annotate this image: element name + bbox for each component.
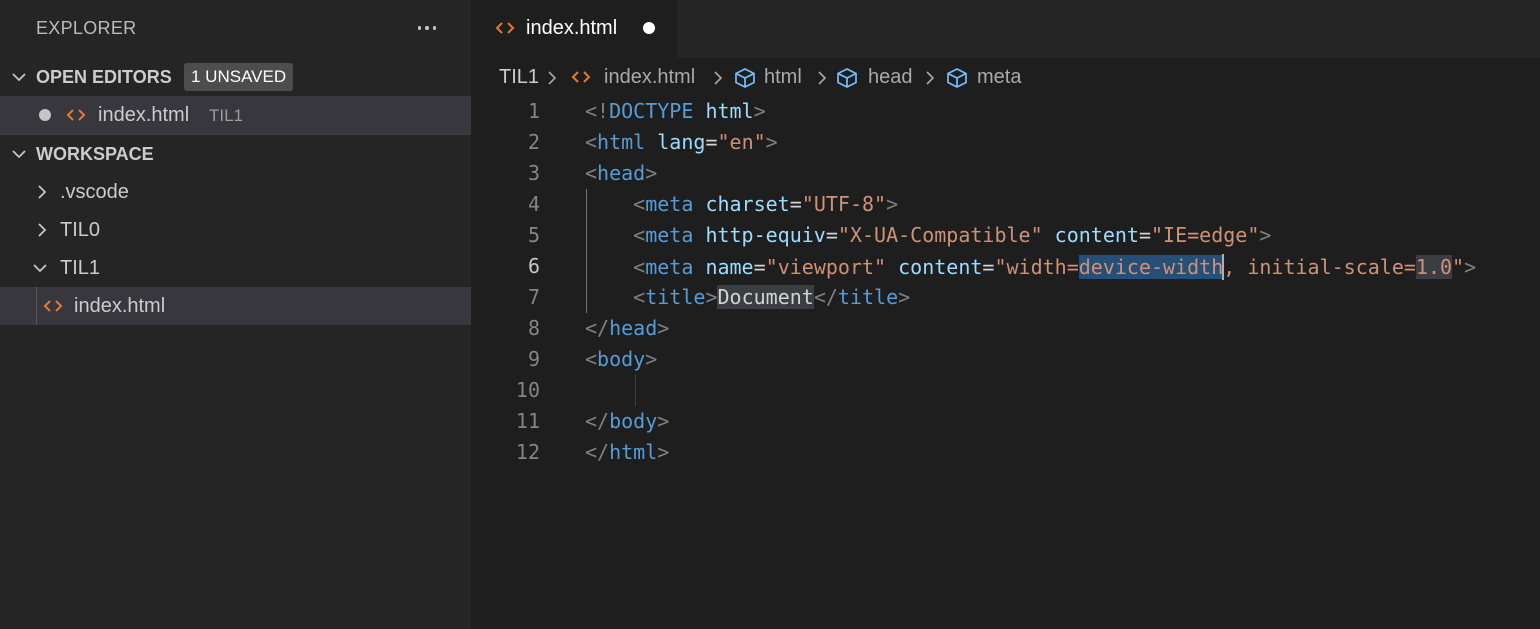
more-actions-icon[interactable] [412, 14, 442, 42]
code-line[interactable]: 7 <title>Document</title> [471, 282, 1540, 313]
code-text: <head> [585, 161, 658, 185]
code-text: <html lang="en"> [585, 130, 778, 154]
code-text: <title>Document</title> [633, 285, 911, 309]
line-number: 12 [515, 440, 540, 464]
symbol-element-icon [735, 68, 755, 88]
html-file-icon [66, 109, 86, 121]
line-number: 1 [527, 99, 540, 123]
chevron-right-icon [818, 71, 827, 85]
breadcrumb-item-til1[interactable]: TIL1 [499, 66, 539, 89]
code-line-active[interactable]: 6 <meta name="viewport" content="width=d… [471, 251, 1540, 282]
code-line[interactable]: 11 </body> [471, 406, 1540, 437]
code-line[interactable]: 4 <meta charset="UTF-8"> [471, 189, 1540, 220]
editor-tab-bar: index.html [471, 0, 1540, 58]
chevron-right-icon [38, 185, 47, 199]
code-editor[interactable]: 1 <!DOCTYPE html> 2 <html lang="en"> 3 <… [471, 96, 1540, 629]
open-editor-item[interactable]: index.html TIL1 [0, 96, 471, 134]
chevron-right-icon [926, 71, 935, 85]
code-line[interactable]: 10 [471, 375, 1540, 406]
line-number: 3 [527, 161, 540, 185]
code-text: </body> [585, 409, 670, 433]
open-editors-section-header[interactable]: OPEN EDITORS 1 UNSAVED [0, 58, 471, 96]
unsaved-dot-icon[interactable] [39, 109, 51, 121]
code-line[interactable]: 5 <meta http-equiv="X-UA-Compatible" con… [471, 220, 1540, 251]
line-number: 8 [527, 316, 540, 340]
tree-folder-label: TIL0 [60, 219, 101, 241]
line-number: 5 [527, 223, 540, 247]
code-line[interactable]: 1 <!DOCTYPE html> [471, 96, 1540, 127]
open-editors-title: OPEN EDITORS [36, 66, 172, 87]
workspace-section-header[interactable]: WORKSPACE [0, 135, 471, 173]
explorer-title: EXPLORER [36, 18, 137, 38]
symbol-element-icon [947, 68, 967, 88]
line-number: 9 [527, 347, 540, 371]
tree-indent-guide [36, 287, 37, 325]
line-number: 2 [527, 130, 540, 154]
chevron-right-icon [548, 71, 557, 85]
code-text: <body> [585, 347, 658, 371]
tab-label: index.html [526, 17, 618, 39]
breadcrumb-item-file[interactable]: index.html [604, 66, 695, 89]
breadcrumb-item-html[interactable]: html [764, 66, 802, 89]
tree-folder-til1[interactable]: TIL1 [0, 249, 471, 287]
unsaved-dot-icon[interactable] [643, 22, 655, 34]
tree-file-label: index.html [74, 295, 166, 317]
tab-index-html[interactable]: index.html [471, 0, 677, 58]
code-line[interactable]: 3 <head> [471, 158, 1540, 189]
tree-folder-vscode[interactable]: .vscode [0, 173, 471, 211]
code-text: <meta name="viewport" content="width=dev… [633, 254, 1477, 280]
tree-folder-label: .vscode [60, 181, 129, 203]
chevron-down-icon [12, 73, 26, 82]
line-number: 4 [527, 192, 540, 216]
open-editor-folder: TIL1 [209, 106, 244, 125]
tree-folder-label: TIL1 [60, 257, 101, 279]
code-line[interactable]: 8 </head> [471, 313, 1540, 344]
html-file-icon [43, 300, 63, 312]
breadcrumb: TIL1 index.html html head meta [471, 58, 1540, 96]
code-text: <meta http-equiv="X-UA-Compatible" conte… [633, 223, 1272, 247]
tree-file-index-html[interactable]: index.html [0, 287, 471, 325]
tree-folder-til0[interactable]: TIL0 [0, 211, 471, 249]
chevron-down-icon [12, 150, 26, 159]
workspace-title: WORKSPACE [36, 143, 154, 164]
html-file-icon [495, 22, 515, 34]
line-number: 6 [527, 254, 540, 278]
explorer-sidebar: EXPLORER OPEN EDITORS 1 UNSAVED index.ht… [0, 0, 471, 629]
line-number: 7 [527, 285, 540, 309]
line-number: 10 [515, 378, 540, 402]
code-text: <!DOCTYPE html> [585, 99, 766, 123]
breadcrumb-item-head[interactable]: head [868, 66, 913, 89]
unsaved-badge: 1 UNSAVED [184, 63, 294, 91]
html-file-icon [571, 71, 591, 83]
code-text: </html> [585, 440, 670, 464]
code-text: <meta charset="UTF-8"> [633, 192, 899, 216]
open-editor-filename: index.html [98, 104, 190, 126]
code-text: </head> [585, 316, 670, 340]
chevron-right-icon [714, 71, 723, 85]
code-line[interactable]: 2 <html lang="en"> [471, 127, 1540, 158]
chevron-right-icon [38, 223, 47, 237]
breadcrumb-item-meta[interactable]: meta [977, 66, 1021, 89]
line-number: 11 [515, 409, 540, 433]
code-line[interactable]: 12 </html> [471, 437, 1540, 468]
chevron-down-icon [33, 264, 47, 273]
explorer-header: EXPLORER [0, 0, 471, 58]
code-line[interactable]: 9 <body> [471, 344, 1540, 375]
symbol-element-icon [837, 68, 857, 88]
